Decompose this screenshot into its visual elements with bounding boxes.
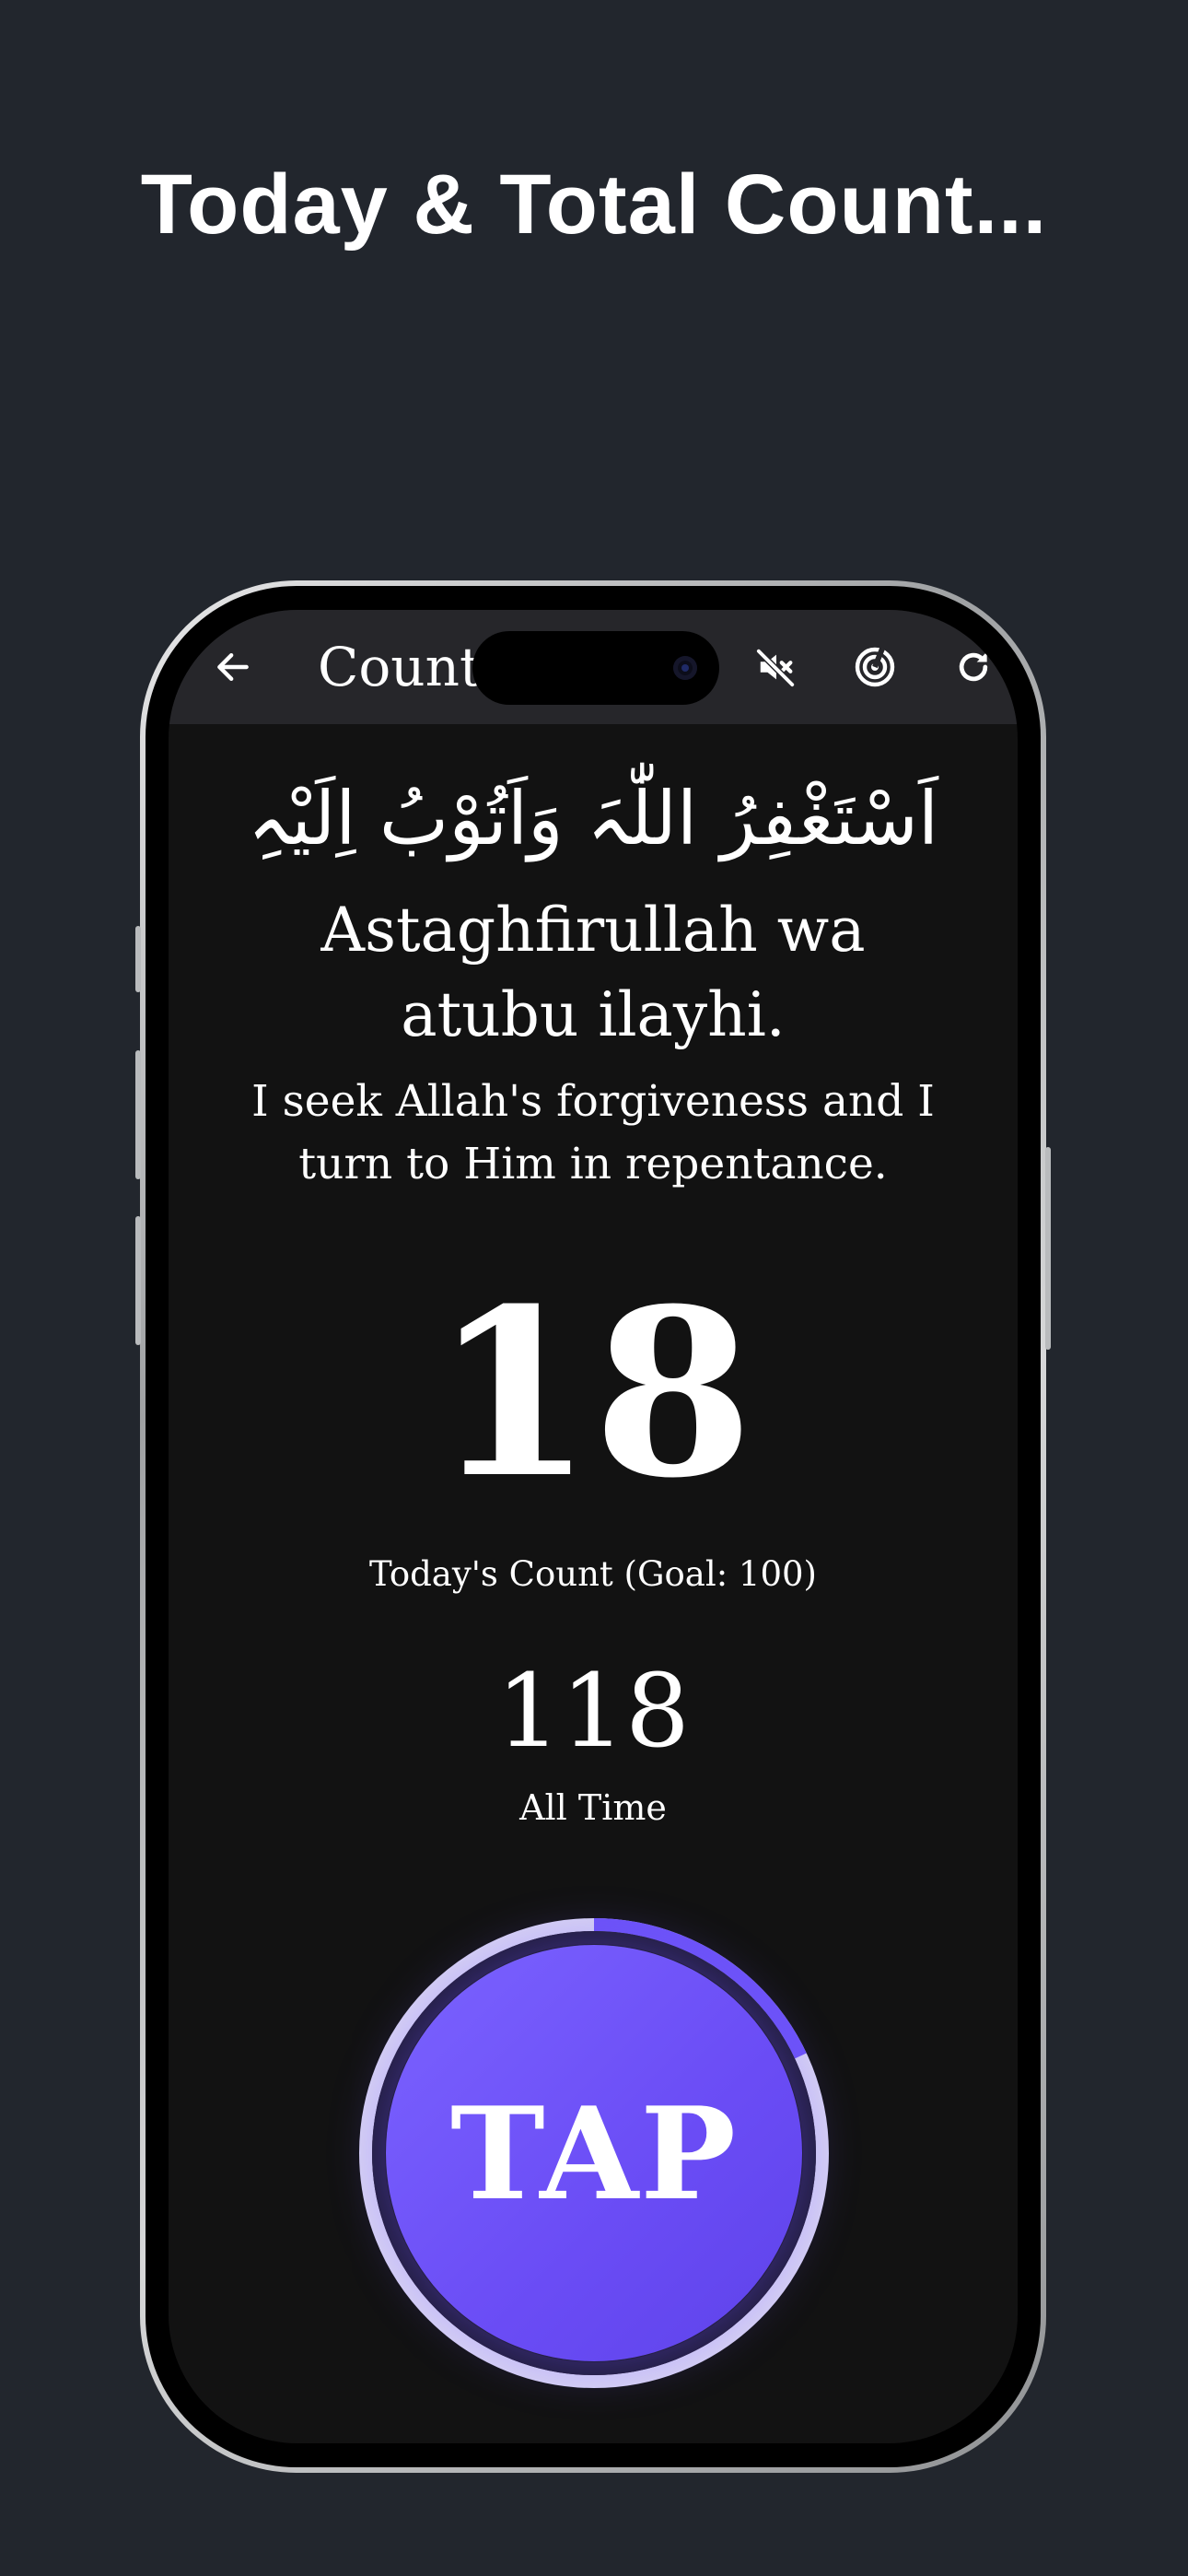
dhikr-translation: I seek Allah's forgiveness and I turn to…: [251, 1076, 935, 1189]
phone-volume-down-button: [135, 1216, 141, 1345]
reset-button[interactable]: [944, 638, 1003, 697]
refresh-icon: [959, 651, 988, 682]
goal-button[interactable]: [845, 638, 904, 697]
promo-title: Today & Total Count...: [140, 158, 1048, 252]
total-count-value: 118: [496, 1652, 690, 1770]
mute-icon: [756, 649, 795, 687]
total-count-label: All Time: [519, 1787, 667, 1828]
phone-volume-up-button: [135, 1050, 141, 1179]
back-arrow-icon: [217, 652, 249, 682]
today-count-value: 18: [433, 1258, 753, 1528]
tap-button[interactable]: TAP: [386, 1945, 802, 2361]
goal-target-icon: [855, 647, 895, 687]
mute-button[interactable]: [747, 638, 806, 697]
app-bar-title: Counter: [318, 636, 483, 698]
dhikr-transliteration: Astaghfirullah wa atubu ilayhi.: [320, 895, 866, 1050]
dynamic-island: [472, 631, 719, 705]
tap-button-label: TAP: [450, 2078, 738, 2229]
phone-power-button: [1045, 1147, 1051, 1350]
front-camera: [673, 656, 697, 680]
back-button[interactable]: [204, 638, 262, 697]
dhikr-arabic-text: اَسْتَغْفِرُ اللّٰہَ وَاَتُوْبُ اِلَیْہِ: [247, 776, 939, 861]
app-bar: Counter: [169, 610, 1018, 724]
tap-button-area: TAP: [357, 1916, 831, 2390]
phone-action-button: [135, 926, 141, 992]
app-screen: Counter اَسْت: [169, 610, 1018, 2443]
today-count-label: Today's Count (Goal: 100): [369, 1554, 817, 1594]
